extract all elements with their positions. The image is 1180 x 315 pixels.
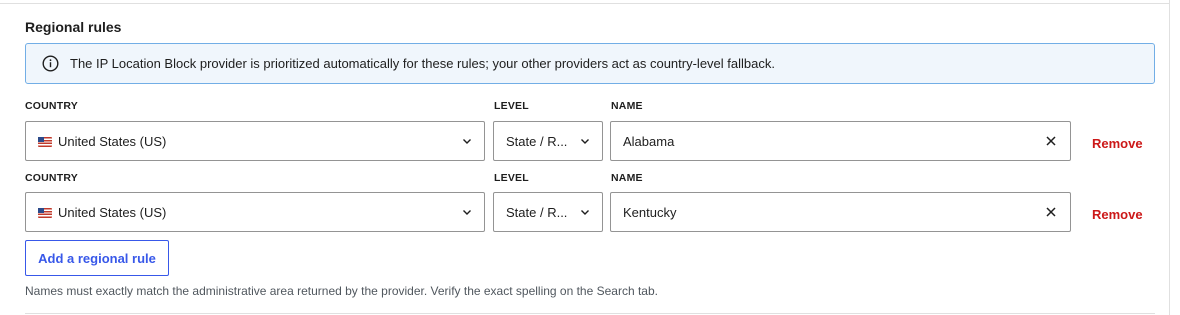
country-select-value: United States (US) [38,134,166,149]
name-input-value: Kentucky [623,204,677,220]
level-select-value: State / R... [506,133,568,149]
name-input-value: Alabama [623,133,675,149]
us-flag-icon [38,207,52,218]
country-select[interactable]: United States (US) [25,192,485,232]
section-title: Regional rules [25,19,122,35]
country-label: COUNTRY [25,172,78,184]
info-icon [42,55,59,72]
level-select-value: State / R... [506,204,568,220]
name-label: NAME [611,100,643,112]
info-notice: The IP Location Block provider is priori… [25,43,1155,84]
clear-icon[interactable] [1044,134,1058,148]
clear-icon[interactable] [1044,205,1058,219]
bottom-divider [25,313,1155,314]
level-label: LEVEL [494,172,529,184]
country-select[interactable]: United States (US) [25,121,485,161]
chevron-down-icon [463,210,471,215]
name-label: NAME [611,172,643,184]
us-flag-icon [38,136,52,147]
name-input[interactable]: Kentucky [610,192,1071,232]
add-regional-rule-button[interactable]: Add a regional rule [25,240,169,276]
country-value-text: United States (US) [58,204,167,220]
help-text: Names must exactly match the administrat… [25,284,658,298]
remove-rule-button[interactable]: Remove [1092,207,1143,222]
country-label: COUNTRY [25,100,78,112]
notice-text: The IP Location Block provider is priori… [70,56,775,71]
chevron-down-icon [581,210,589,215]
country-select-value: United States (US) [38,205,166,220]
level-select[interactable]: State / R... [493,121,603,161]
country-value-text: United States (US) [58,133,167,149]
regional-rules-panel: Regional rules The IP Location Block pro… [0,0,1170,315]
remove-rule-button[interactable]: Remove [1092,136,1143,151]
name-input[interactable]: Alabama [610,121,1071,161]
chevron-down-icon [463,139,471,144]
chevron-down-icon [581,139,589,144]
level-label: LEVEL [494,100,529,112]
level-select[interactable]: State / R... [493,192,603,232]
top-divider [0,3,1170,4]
